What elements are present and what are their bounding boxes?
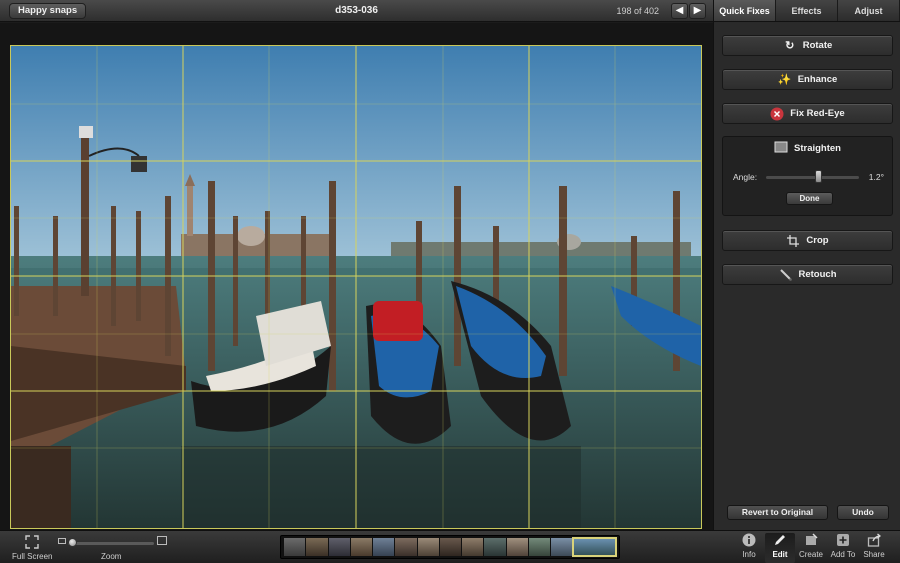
full-screen-label[interactable]: Full Screen — [12, 552, 52, 561]
filmstrip-thumbnail[interactable] — [484, 538, 506, 556]
straighten-label: Straighten — [794, 143, 841, 154]
crop-icon — [786, 234, 800, 248]
create-button[interactable]: Create — [796, 533, 826, 563]
zoom-slider-track[interactable] — [68, 542, 154, 545]
bottom-toolbar: Full Screen Zoom Info Edit Create Add To… — [0, 530, 900, 563]
red-eye-icon — [770, 107, 784, 121]
filmstrip-thumbnail[interactable] — [373, 538, 395, 556]
next-photo-button[interactable]: ▶ — [689, 3, 706, 19]
crop-label: Crop — [806, 235, 829, 246]
add-icon — [836, 533, 850, 547]
rotate-button[interactable]: ↻ Rotate — [722, 35, 893, 56]
previous-photo-button[interactable]: ◀ — [671, 3, 688, 19]
filmstrip[interactable] — [280, 535, 620, 559]
full-screen-icon[interactable] — [25, 535, 39, 549]
top-bar: Happy snaps d353-036 198 of 402 ◀ ▶ — [0, 0, 713, 22]
filmstrip-thumbnail[interactable] — [395, 538, 417, 556]
photo-title: d353-036 — [335, 5, 378, 16]
rotate-label: Rotate — [802, 40, 833, 51]
tab-adjust[interactable]: Adjust — [838, 0, 900, 21]
edit-label: Edit — [772, 550, 788, 559]
photo-viewer — [0, 23, 713, 530]
angle-label: Angle: — [733, 172, 758, 182]
create-label: Create — [798, 550, 823, 559]
filmstrip-thumbnail[interactable] — [439, 538, 462, 556]
info-button[interactable]: Info — [734, 533, 764, 563]
share-label: Share — [863, 550, 885, 559]
edit-tabs: Quick Fixes Effects Adjust — [714, 0, 900, 22]
tab-effects[interactable]: Effects — [776, 0, 838, 21]
share-button[interactable]: Share — [859, 533, 889, 563]
done-button[interactable]: Done — [786, 192, 833, 205]
enhance-label: Enhance — [797, 74, 838, 85]
edit-panel: Quick Fixes Effects Adjust ↻ Rotate ✨ En… — [713, 0, 900, 530]
filmstrip-thumbnail[interactable] — [551, 538, 573, 556]
left-arrow-icon: ◀ — [675, 5, 684, 16]
angle-value: 1.2° — [868, 172, 884, 182]
filmstrip-thumbnail[interactable] — [350, 538, 373, 556]
undo-button[interactable]: Undo — [837, 505, 889, 520]
straighten-header[interactable]: Straighten — [723, 141, 892, 156]
pencil-icon — [773, 533, 787, 547]
tab-quick-fixes[interactable]: Quick Fixes — [714, 0, 776, 21]
filmstrip-thumbnail[interactable] — [328, 538, 350, 556]
filmstrip-thumbnail[interactable] — [306, 538, 328, 556]
add-to-button[interactable]: Add To — [828, 533, 858, 563]
fix-red-eye-label: Fix Red-Eye — [790, 108, 845, 119]
revert-to-original-button[interactable]: Revert to Original — [727, 505, 828, 520]
straighten-icon — [774, 141, 788, 156]
zoom-slider-handle[interactable] — [68, 538, 77, 547]
zoom-out-icon[interactable] — [58, 538, 66, 544]
filmstrip-thumbnail[interactable] — [417, 538, 439, 556]
add-to-label: Add To — [830, 550, 856, 559]
venice-gondolas-photo — [11, 46, 701, 528]
retouch-button[interactable]: Retouch — [722, 264, 893, 285]
rotate-icon: ↻ — [785, 40, 795, 52]
share-icon — [867, 533, 882, 547]
filmstrip-thumbnail[interactable] — [506, 538, 528, 556]
filmstrip-thumbnail[interactable] — [528, 538, 551, 556]
photo-canvas[interactable] — [10, 45, 702, 529]
retouch-label: Retouch — [798, 269, 837, 280]
info-label: Info — [742, 550, 756, 559]
zoom-in-icon[interactable] — [157, 536, 167, 545]
angle-slider-track[interactable] — [766, 176, 859, 179]
filmstrip-thumbnail[interactable] — [284, 538, 306, 556]
edit-button[interactable]: Edit — [765, 533, 795, 563]
crop-button[interactable]: Crop — [722, 230, 893, 251]
photo-counter: 198 of 402 — [616, 6, 659, 16]
brush-icon — [779, 268, 793, 282]
enhance-button[interactable]: ✨ Enhance — [722, 69, 893, 90]
create-icon — [804, 533, 818, 547]
angle-slider-handle[interactable] — [815, 170, 822, 183]
filmstrip-thumbnail[interactable] — [462, 538, 484, 556]
zoom-label: Zoom — [101, 552, 122, 561]
straighten-panel: Straighten Angle: 1.2° Done — [722, 136, 893, 216]
magic-wand-icon: ✨ — [777, 74, 792, 86]
info-icon — [742, 533, 756, 547]
right-arrow-icon: ▶ — [693, 5, 702, 16]
filmstrip-thumbnail-selected[interactable] — [572, 537, 617, 557]
fix-red-eye-button[interactable]: Fix Red-Eye — [722, 103, 893, 124]
